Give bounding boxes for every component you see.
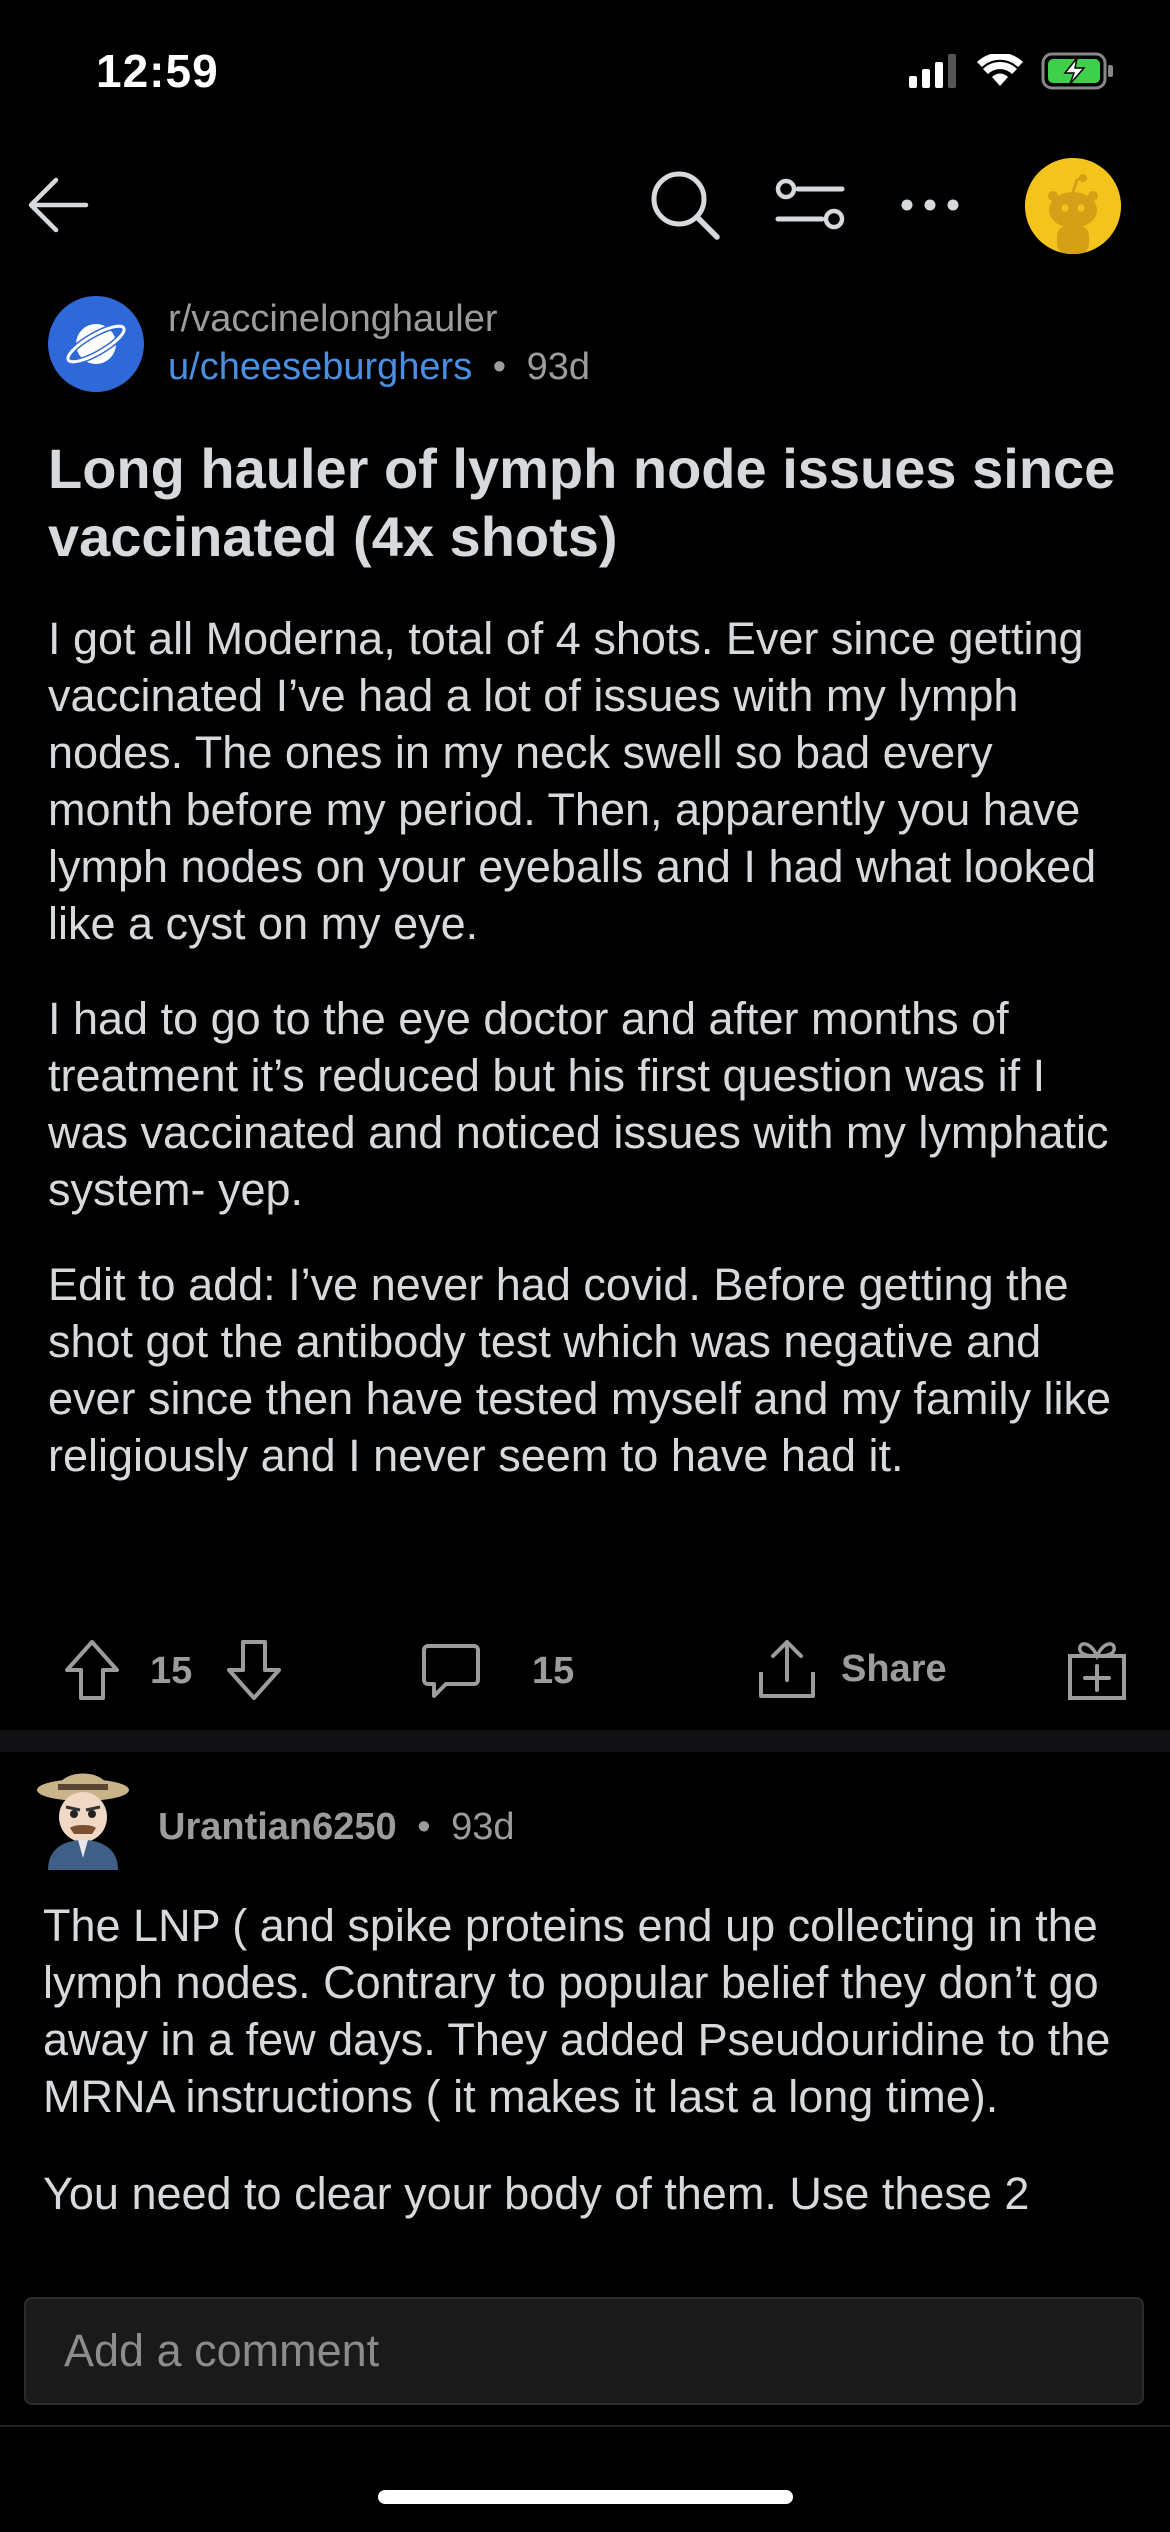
upvote-button[interactable] — [62, 1638, 122, 1702]
post-paragraph: Edit to add: I’ve never had covid. Befor… — [48, 1259, 1111, 1481]
search-button[interactable] — [645, 165, 725, 245]
downvote-button[interactable] — [224, 1638, 284, 1702]
comment-bubble-icon — [422, 1644, 480, 1698]
award-button[interactable] — [1066, 1636, 1128, 1702]
post-header — [0, 150, 1170, 270]
comment-author[interactable]: Urantian6250 — [158, 1806, 397, 1848]
share-icon — [759, 1640, 815, 1698]
wifi-icon — [977, 52, 1023, 93]
subreddit-icon[interactable] — [48, 296, 144, 392]
share-label: Share — [841, 1647, 947, 1690]
meta-separator: • — [492, 346, 507, 388]
comment-meta: Urantian6250 • 93d — [158, 1806, 515, 1849]
gift-icon — [1068, 1642, 1126, 1700]
post-meta: u/cheeseburghers • 93d — [168, 346, 590, 389]
home-indicator — [378, 2490, 793, 2504]
post-paragraph: I had to go to the eye doctor and after … — [48, 993, 1109, 1215]
back-arrow-icon — [28, 177, 89, 233]
comment-count: 15 — [532, 1650, 575, 1692]
snoo-avatar-icon — [1025, 158, 1121, 254]
more-icon — [901, 199, 959, 211]
comment-author-avatar[interactable] — [34, 1762, 132, 1870]
post-body: I got all Moderna, total of 4 shots. Eve… — [48, 610, 1128, 1522]
comment-age: 93d — [451, 1806, 515, 1848]
user-avatar-button[interactable] — [1025, 158, 1121, 254]
vote-count: 15 — [150, 1650, 193, 1692]
sort-button[interactable] — [770, 165, 850, 245]
planet-icon — [64, 323, 128, 365]
downvote-arrow-icon — [227, 1640, 281, 1700]
status-time: 12:59 — [96, 45, 219, 97]
upvote-arrow-icon — [65, 1640, 119, 1700]
comment-paragraph: You need to clear your body of them. Use… — [43, 2168, 1030, 2219]
search-icon — [651, 171, 720, 240]
comment-composer[interactable] — [24, 2297, 1144, 2405]
section-divider — [0, 1730, 1170, 1752]
subreddit-name[interactable]: r/vaccinelonghauler — [168, 298, 498, 341]
back-button[interactable] — [18, 165, 98, 245]
post-author-link[interactable]: u/cheeseburghers — [168, 346, 472, 388]
post-title: Long hauler of lymph node issues since v… — [48, 437, 1116, 568]
post-age: 93d — [526, 346, 591, 388]
meta-separator: • — [417, 1806, 431, 1848]
cowboy-avatar-icon — [37, 1773, 129, 1870]
more-options-button[interactable] — [890, 165, 970, 245]
status-bar: 12:59 — [0, 0, 1170, 150]
comments-button[interactable] — [420, 1640, 482, 1702]
battery-charging-icon — [1041, 52, 1115, 95]
comment-paragraph: The LNP ( and spike proteins end up coll… — [43, 1900, 1111, 2122]
add-comment-input[interactable] — [26, 2299, 1142, 2403]
comment-body: The LNP ( and spike proteins end up coll… — [43, 1897, 1133, 2262]
post-action-bar: 15 15 Share — [0, 1620, 1170, 1720]
share-button[interactable]: Share — [755, 1636, 947, 1702]
bottom-divider — [0, 2425, 1170, 2427]
post-paragraph: I got all Moderna, total of 4 shots. Eve… — [48, 613, 1097, 949]
status-icons — [909, 52, 1115, 95]
sort-icon — [775, 178, 845, 230]
signal-icon — [909, 54, 959, 93]
